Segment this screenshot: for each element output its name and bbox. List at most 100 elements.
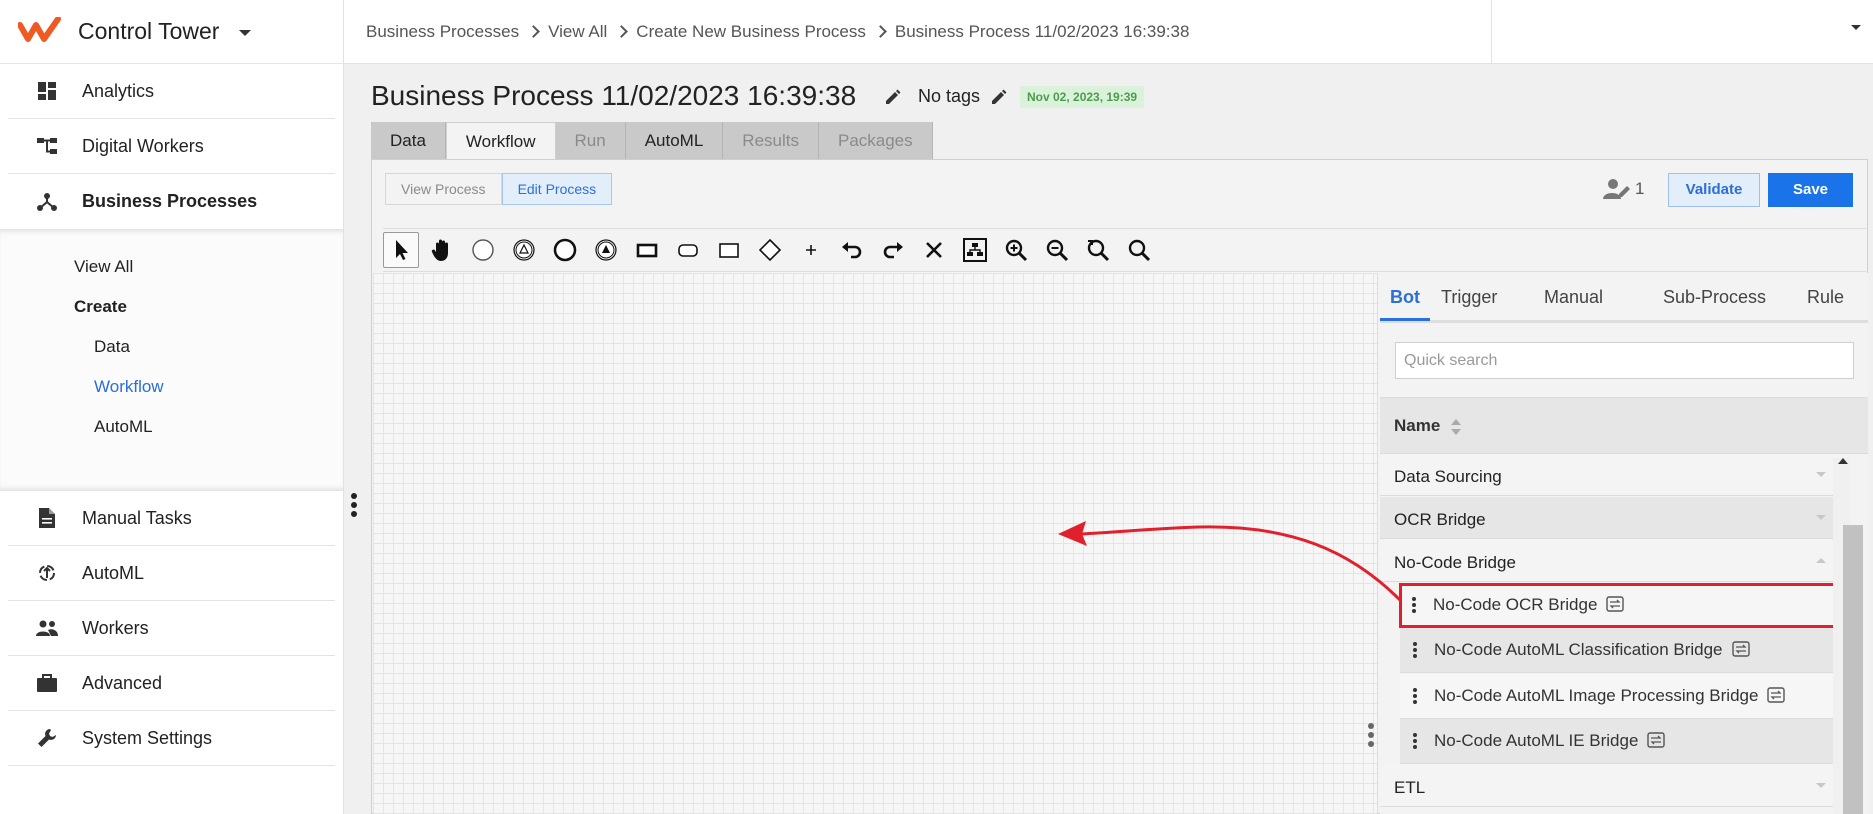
- palette-tab-rule[interactable]: Rule: [1807, 275, 1844, 321]
- workers-tree-icon: [35, 134, 59, 158]
- subnav-create[interactable]: Create: [74, 297, 127, 317]
- redo-icon[interactable]: [875, 232, 911, 268]
- tab-automl[interactable]: AutoML: [625, 122, 724, 159]
- wrench-icon: [35, 726, 59, 750]
- palette-tab-bot[interactable]: Bot: [1380, 275, 1430, 321]
- list-item: No-Code AutoML Image Processing Bridge: [1434, 686, 1786, 706]
- tab-data[interactable]: Data: [371, 122, 446, 159]
- signal-event-icon[interactable]: [588, 232, 624, 268]
- scroll-up-icon[interactable]: [1838, 458, 1848, 464]
- subnav-automl[interactable]: AutoML: [94, 417, 153, 437]
- validate-button[interactable]: Validate: [1668, 173, 1760, 207]
- group-data-sourcing[interactable]: Data Sourcing: [1380, 454, 1840, 496]
- group-ocr-bridge[interactable]: OCR Bridge: [1380, 497, 1840, 539]
- palette-item-no-code-automl-image-processing-bridge[interactable]: No-Code AutoML Image Processing Bridge: [1400, 674, 1840, 719]
- bridge-icon: [1731, 641, 1750, 657]
- intermediate-event-icon[interactable]: [506, 232, 542, 268]
- breadcrumb-create-new[interactable]: Create New Business Process: [636, 22, 866, 42]
- drag-handle-icon: [1413, 642, 1417, 660]
- quick-search-input[interactable]: [1395, 342, 1854, 379]
- column-name-label: Name: [1394, 416, 1441, 435]
- mode-toggle: View Process Edit Process: [385, 173, 613, 205]
- scrollbar-thumb[interactable]: [1843, 525, 1863, 814]
- group-etl[interactable]: ETL: [1380, 765, 1840, 807]
- subnav-workflow[interactable]: Workflow: [94, 377, 164, 397]
- sidebar-item-digital-workers[interactable]: Digital Workers: [8, 119, 335, 174]
- undo-icon[interactable]: [834, 232, 870, 268]
- palette-item-no-code-automl-ie-bridge[interactable]: No-Code AutoML IE Bridge: [1400, 719, 1840, 764]
- chevron-down-icon: [1816, 472, 1826, 477]
- palette-resize-handle[interactable]: [1368, 723, 1374, 750]
- sidebar-item-workers[interactable]: Workers: [8, 601, 335, 656]
- tab-results[interactable]: Results: [723, 122, 819, 159]
- task-icon[interactable]: [629, 232, 665, 268]
- sidebar-item-manual-tasks[interactable]: Manual Tasks: [8, 491, 335, 546]
- edit-process-button[interactable]: Edit Process: [501, 173, 613, 205]
- group-label: No-Code Bridge: [1394, 553, 1516, 572]
- palette-tab-trigger[interactable]: Trigger: [1441, 275, 1497, 321]
- chevron-down-icon: [1816, 515, 1826, 520]
- sidebar-item-analytics[interactable]: Analytics: [8, 64, 335, 119]
- subnav-data[interactable]: Data: [94, 337, 130, 357]
- breadcrumb-business-processes[interactable]: Business Processes: [366, 22, 519, 42]
- business-processes-subnav: View All Create Data Workflow AutoML: [0, 229, 343, 491]
- automl-icon: [35, 561, 59, 585]
- chevron-up-icon: [1816, 558, 1826, 563]
- subprocess-icon[interactable]: [670, 232, 706, 268]
- element-palette: Bot Trigger Manual Sub-Process Rule Name…: [1380, 273, 1868, 814]
- subnav-view-all[interactable]: View All: [74, 257, 133, 277]
- zoom-out-icon[interactable]: [1039, 232, 1075, 268]
- start-event-icon[interactable]: [465, 232, 501, 268]
- end-event-icon[interactable]: [547, 232, 583, 268]
- zoom-reset-icon[interactable]: [1080, 232, 1116, 268]
- bridge-icon: [1606, 596, 1625, 612]
- list-item: No-Code AutoML Classification Bridge: [1434, 640, 1750, 660]
- hand-tool-icon[interactable]: [424, 232, 460, 268]
- group-label: OCR Bridge: [1394, 510, 1486, 529]
- palette-tab-manual[interactable]: Manual: [1544, 275, 1603, 321]
- chevron-right-icon: [615, 25, 629, 38]
- edit-tags-pencil-icon[interactable]: [990, 88, 1008, 106]
- control-tower-logo: [18, 16, 61, 42]
- sidebar-item-label: Business Processes: [82, 191, 258, 211]
- sidebar-item-automl[interactable]: AutoML: [8, 546, 335, 601]
- zoom-in-icon[interactable]: [998, 232, 1034, 268]
- sidebar-item-advanced[interactable]: Advanced: [8, 656, 335, 711]
- sidebar-item-label: AutoML: [82, 562, 145, 583]
- app-switcher[interactable]: Control Tower: [0, 0, 343, 64]
- palette-item-no-code-automl-classification-bridge[interactable]: No-Code AutoML Classification Bridge: [1400, 628, 1840, 673]
- tab-workflow[interactable]: Workflow: [445, 122, 556, 159]
- tab-packages[interactable]: Packages: [818, 122, 933, 159]
- add-icon[interactable]: [793, 232, 829, 268]
- workflow-editor: View Process Edit Process 1 Validate Sav…: [371, 159, 1868, 814]
- process-tabs: Data Workflow Run AutoML Results Package…: [371, 122, 933, 159]
- sidebar-resize-handle[interactable]: [351, 493, 357, 520]
- workflow-canvas[interactable]: [373, 273, 1378, 814]
- data-object-icon[interactable]: [711, 232, 747, 268]
- group-no-code-bridge[interactable]: No-Code Bridge: [1380, 540, 1840, 582]
- palette-item-no-code-ocr-bridge[interactable]: No-Code OCR Bridge: [1399, 583, 1842, 628]
- item-label: No-Code OCR Bridge: [1433, 595, 1598, 614]
- delete-icon[interactable]: [916, 232, 952, 268]
- breadcrumb-view-all[interactable]: View All: [548, 22, 607, 42]
- pointer-tool-icon[interactable]: [383, 232, 419, 268]
- zoom-fit-icon[interactable]: [1121, 232, 1157, 268]
- auto-layout-icon[interactable]: [957, 232, 993, 268]
- palette-tab-sub-process[interactable]: Sub-Process: [1663, 275, 1766, 321]
- sidebar-item-system-settings[interactable]: System Settings: [8, 711, 335, 766]
- save-button[interactable]: Save: [1768, 173, 1853, 207]
- view-process-button[interactable]: View Process: [385, 173, 502, 205]
- tab-run[interactable]: Run: [555, 122, 626, 159]
- gateway-icon[interactable]: [752, 232, 788, 268]
- chevron-right-icon: [874, 25, 887, 38]
- edit-title-pencil-icon[interactable]: [884, 88, 902, 106]
- sidebar-item-label: Workers: [82, 617, 149, 638]
- active-users: 1: [1603, 178, 1644, 200]
- briefcase-icon: [35, 671, 59, 695]
- date-badge: Nov 02, 2023, 19:39: [1020, 86, 1145, 108]
- name-column-header[interactable]: Name: [1380, 397, 1868, 454]
- user-count: 1: [1635, 179, 1645, 198]
- sidebar-item-business-processes[interactable]: Business Processes: [8, 174, 335, 229]
- document-icon: [35, 506, 59, 530]
- chevron-down-icon[interactable]: [1851, 25, 1861, 30]
